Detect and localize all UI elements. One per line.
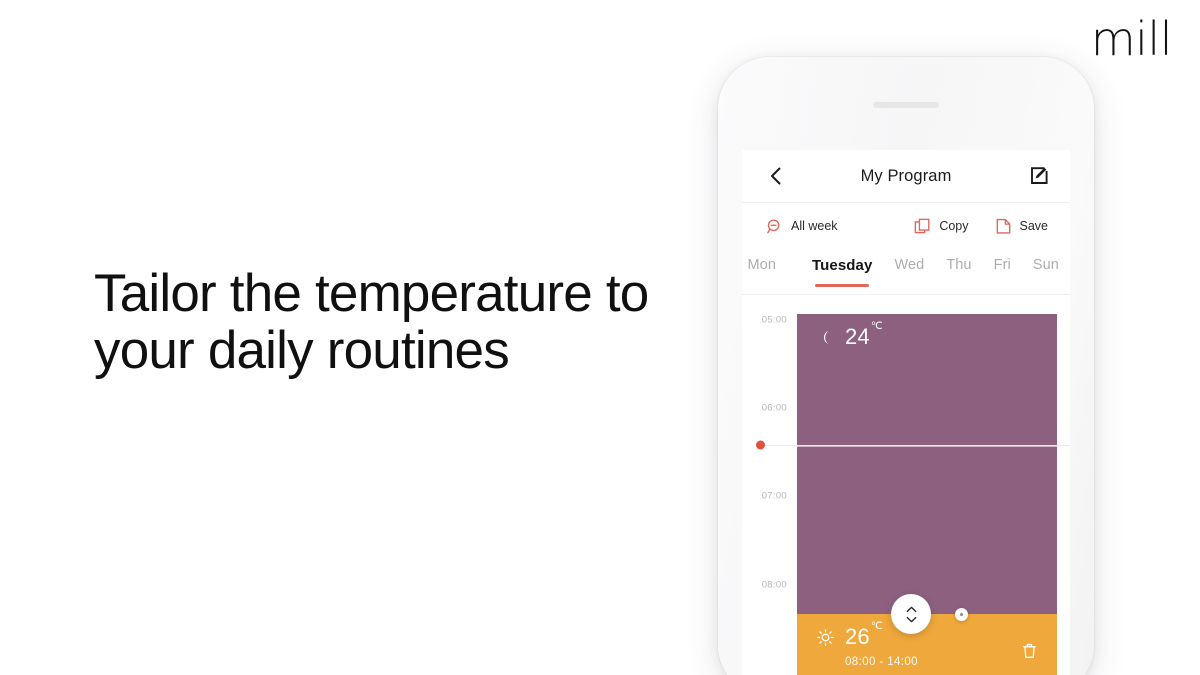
time-label-0800: 08:00 bbox=[761, 579, 787, 591]
headline-line-1: Tailor the temperature to bbox=[94, 264, 649, 323]
chevron-up-icon bbox=[906, 606, 916, 612]
all-week-button[interactable]: All week bbox=[766, 218, 838, 235]
app-header: My Program bbox=[742, 150, 1070, 203]
all-week-label: All week bbox=[791, 219, 838, 233]
day-tab-tuesday-label: Tuesday bbox=[812, 257, 873, 274]
block-night-temp-unit: ℃ bbox=[870, 319, 883, 332]
save-page-icon bbox=[996, 218, 1010, 234]
day-tab-mon[interactable]: Mon bbox=[744, 254, 776, 273]
earpiece-speaker-icon bbox=[873, 102, 939, 108]
app-title: My Program bbox=[860, 166, 952, 185]
current-time-line bbox=[760, 445, 1070, 446]
active-tab-indicator bbox=[815, 284, 870, 287]
block-resize-dot[interactable] bbox=[955, 608, 968, 621]
block-day-temp-unit: ℃ bbox=[870, 619, 883, 632]
block-night-divider bbox=[797, 446, 1057, 447]
block-day-temp-value: 26℃ bbox=[845, 619, 883, 649]
phone-mockup: My Program All week Copy Save Mon Tuesda… bbox=[718, 57, 1094, 675]
phone-body: My Program All week Copy Save Mon Tuesda… bbox=[718, 57, 1094, 675]
page-title: Tailor the temperature to your daily rou… bbox=[94, 264, 654, 380]
save-label: Save bbox=[1019, 219, 1049, 233]
time-label-0500: 05:00 bbox=[761, 314, 787, 326]
copy-label: Copy bbox=[939, 219, 969, 233]
moon-icon bbox=[823, 330, 829, 345]
copy-button[interactable]: Copy bbox=[914, 218, 969, 235]
schedule-block-night[interactable]: 24℃ bbox=[797, 314, 1057, 614]
time-axis: 05:00 06:00 07:00 08:00 bbox=[742, 295, 797, 675]
headline-line-2: your daily routines bbox=[94, 320, 510, 380]
save-button[interactable]: Save bbox=[995, 218, 1049, 235]
schedule-track: 24℃ 26℃ 08:00 - 14:00 bbox=[797, 295, 1057, 675]
chevron-left-icon bbox=[770, 167, 780, 185]
trash-icon bbox=[1022, 643, 1037, 658]
chevron-down-icon bbox=[906, 616, 916, 622]
day-tab-fri[interactable]: Fri bbox=[994, 254, 1011, 273]
brand-logo: mill bbox=[1090, 12, 1173, 66]
block-night-temp-value: 24℃ bbox=[845, 319, 883, 349]
sun-icon bbox=[817, 629, 834, 646]
time-label-0600: 06:00 bbox=[761, 402, 787, 414]
day-tabs: Mon Tuesday Wed Thu Fri Sun bbox=[742, 249, 1070, 295]
day-tab-wed[interactable]: Wed bbox=[894, 254, 924, 273]
delete-block-button[interactable] bbox=[1021, 642, 1041, 662]
day-tab-thu[interactable]: Thu bbox=[946, 254, 971, 273]
edit-square-icon bbox=[1031, 167, 1048, 184]
edit-button[interactable] bbox=[1028, 165, 1050, 187]
block-night-temperature: 24℃ bbox=[817, 319, 1057, 349]
app-screen: My Program All week Copy Save Mon Tuesda… bbox=[742, 150, 1070, 675]
current-time-marker bbox=[756, 440, 765, 450]
back-button[interactable] bbox=[764, 165, 786, 187]
action-bar: All week Copy Save bbox=[742, 203, 1070, 249]
day-tab-tuesday[interactable]: Tuesday bbox=[812, 254, 873, 287]
day-tab-sun[interactable]: Sun bbox=[1033, 254, 1063, 273]
schedule-grid: 05:00 06:00 07:00 08:00 24℃ 26℃ 08:00 - … bbox=[742, 295, 1070, 675]
time-label-0700: 07:00 bbox=[761, 490, 787, 502]
block-drag-handle[interactable] bbox=[891, 594, 931, 634]
minus-circle-search-icon bbox=[767, 218, 780, 233]
copy-icon bbox=[914, 218, 930, 233]
